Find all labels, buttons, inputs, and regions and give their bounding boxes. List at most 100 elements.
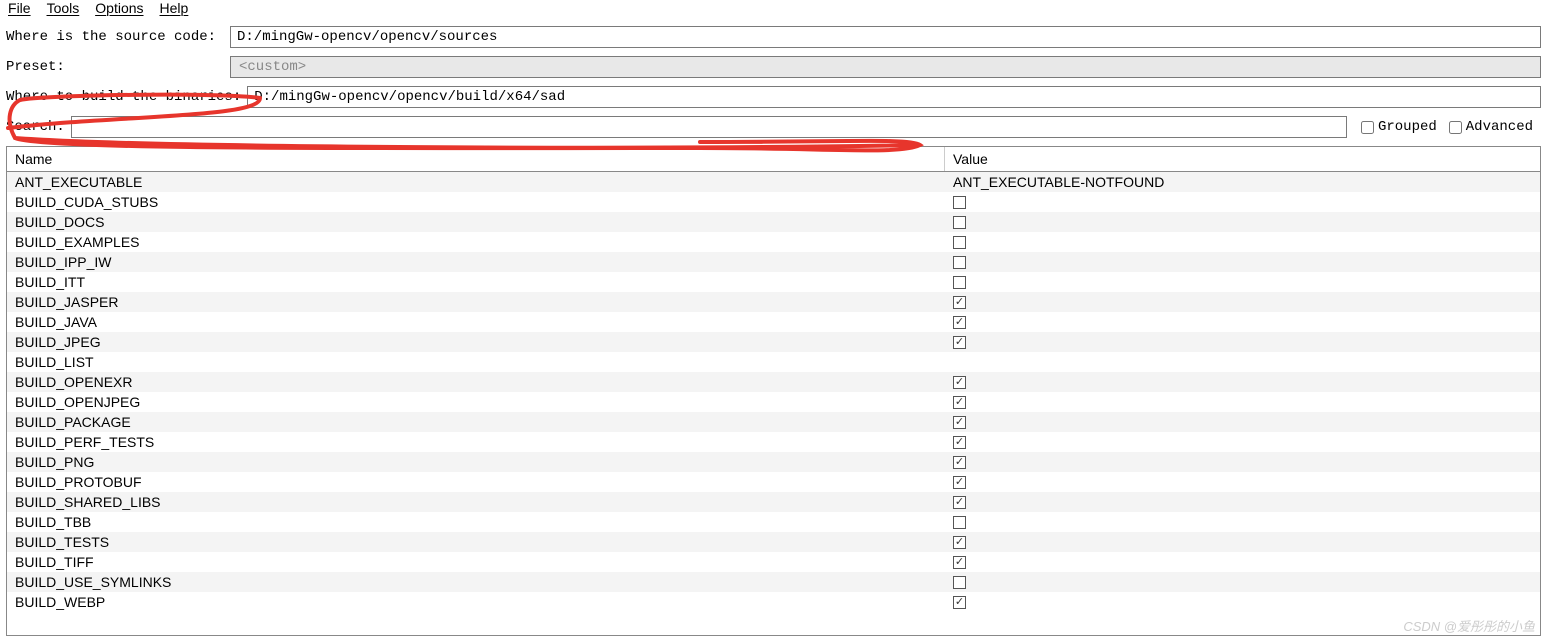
table-row[interactable]: BUILD_JPEG: [7, 332, 1540, 352]
table-row[interactable]: BUILD_JAVA: [7, 312, 1540, 332]
cell-value[interactable]: [945, 496, 1540, 509]
advanced-checkbox[interactable]: [1449, 121, 1462, 134]
menu-help[interactable]: Help: [160, 0, 189, 16]
value-checkbox[interactable]: [953, 256, 966, 269]
value-checkbox[interactable]: [953, 216, 966, 229]
preset-row: Preset: <custom>: [6, 56, 1541, 78]
table-row[interactable]: BUILD_ITT: [7, 272, 1540, 292]
table-row[interactable]: BUILD_TIFF: [7, 552, 1540, 572]
value-checkbox[interactable]: [953, 336, 966, 349]
value-checkbox[interactable]: [953, 576, 966, 589]
table-row[interactable]: BUILD_SHARED_LIBS: [7, 492, 1540, 512]
value-checkbox[interactable]: [953, 536, 966, 549]
table-row[interactable]: BUILD_DOCS: [7, 212, 1540, 232]
cell-name: BUILD_OPENEXR: [7, 374, 945, 390]
cell-name: BUILD_PROTOBUF: [7, 474, 945, 490]
table-row[interactable]: BUILD_PERF_TESTS: [7, 432, 1540, 452]
cell-value[interactable]: [945, 556, 1540, 569]
advanced-checkbox-wrap[interactable]: Advanced: [1449, 119, 1533, 135]
value-checkbox[interactable]: [953, 456, 966, 469]
table-row[interactable]: BUILD_PNG: [7, 452, 1540, 472]
value-checkbox[interactable]: [953, 496, 966, 509]
config-form: Where is the source code: Preset: <custo…: [0, 20, 1547, 138]
cell-name: BUILD_PERF_TESTS: [7, 434, 945, 450]
cell-name: BUILD_USE_SYMLINKS: [7, 574, 945, 590]
col-value-header[interactable]: Value: [945, 147, 1540, 171]
build-input[interactable]: [247, 86, 1541, 108]
build-row: Where to build the binaries:: [6, 86, 1541, 108]
cell-value[interactable]: [945, 396, 1540, 409]
table-row[interactable]: BUILD_TBB: [7, 512, 1540, 532]
table-row[interactable]: BUILD_WEBP: [7, 592, 1540, 612]
cell-value[interactable]: [945, 516, 1540, 529]
table-row[interactable]: BUILD_CUDA_STUBS: [7, 192, 1540, 212]
value-checkbox[interactable]: [953, 316, 966, 329]
cell-value[interactable]: [945, 216, 1540, 229]
table-row[interactable]: BUILD_TESTS: [7, 532, 1540, 552]
cell-value[interactable]: [945, 316, 1540, 329]
cell-name: BUILD_JASPER: [7, 294, 945, 310]
cell-name: BUILD_DOCS: [7, 214, 945, 230]
value-checkbox[interactable]: [953, 436, 966, 449]
cell-name: BUILD_TESTS: [7, 534, 945, 550]
value-checkbox[interactable]: [953, 196, 966, 209]
preset-label: Preset:: [6, 59, 224, 75]
table-row[interactable]: BUILD_EXAMPLES: [7, 232, 1540, 252]
value-checkbox[interactable]: [953, 596, 966, 609]
cell-value[interactable]: ANT_EXECUTABLE-NOTFOUND: [945, 174, 1540, 190]
menu-file[interactable]: File: [8, 0, 31, 16]
cell-name: BUILD_CUDA_STUBS: [7, 194, 945, 210]
table-row[interactable]: BUILD_OPENEXR: [7, 372, 1540, 392]
menu-options[interactable]: Options: [95, 0, 143, 16]
source-row: Where is the source code:: [6, 26, 1541, 48]
table-row[interactable]: BUILD_LIST: [7, 352, 1540, 372]
grouped-checkbox-wrap[interactable]: Grouped: [1361, 119, 1437, 135]
cell-value[interactable]: [945, 236, 1540, 249]
value-checkbox[interactable]: [953, 416, 966, 429]
search-input[interactable]: [71, 116, 1347, 138]
value-checkbox[interactable]: [953, 396, 966, 409]
table-row[interactable]: BUILD_PACKAGE: [7, 412, 1540, 432]
cell-value[interactable]: [945, 456, 1540, 469]
cell-value[interactable]: [945, 256, 1540, 269]
value-checkbox[interactable]: [953, 296, 966, 309]
cell-name: BUILD_EXAMPLES: [7, 234, 945, 250]
value-checkbox[interactable]: [953, 376, 966, 389]
cell-value[interactable]: [945, 296, 1540, 309]
menu-tools[interactable]: Tools: [47, 0, 80, 16]
source-input[interactable]: [230, 26, 1541, 48]
cell-value[interactable]: [945, 576, 1540, 589]
value-checkbox[interactable]: [953, 516, 966, 529]
value-checkbox[interactable]: [953, 556, 966, 569]
value-checkbox[interactable]: [953, 476, 966, 489]
table-row[interactable]: BUILD_PROTOBUF: [7, 472, 1540, 492]
value-checkbox[interactable]: [953, 276, 966, 289]
table-row[interactable]: BUILD_IPP_IW: [7, 252, 1540, 272]
value-checkbox[interactable]: [953, 236, 966, 249]
source-label: Where is the source code:: [6, 29, 224, 45]
table-row[interactable]: BUILD_JASPER: [7, 292, 1540, 312]
cell-value[interactable]: [945, 336, 1540, 349]
menubar: File Tools Options Help: [0, 0, 1547, 20]
grouped-checkbox[interactable]: [1361, 121, 1374, 134]
cell-value[interactable]: [945, 196, 1540, 209]
cell-name: BUILD_LIST: [7, 354, 945, 370]
table-row[interactable]: BUILD_USE_SYMLINKS: [7, 572, 1540, 592]
cell-name: BUILD_TIFF: [7, 554, 945, 570]
preset-dropdown[interactable]: <custom>: [230, 56, 1541, 78]
cell-value[interactable]: [945, 276, 1540, 289]
cell-value[interactable]: [945, 536, 1540, 549]
cell-value[interactable]: [945, 416, 1540, 429]
table-row[interactable]: BUILD_OPENJPEG: [7, 392, 1540, 412]
cell-value[interactable]: [945, 476, 1540, 489]
cell-name: BUILD_OPENJPEG: [7, 394, 945, 410]
cell-name: BUILD_PNG: [7, 454, 945, 470]
build-label: Where to build the binaries:: [6, 89, 241, 105]
cell-value[interactable]: [945, 376, 1540, 389]
col-name-header[interactable]: Name: [7, 147, 945, 171]
search-row: Search: Grouped Advanced: [6, 116, 1541, 138]
table-row[interactable]: ANT_EXECUTABLEANT_EXECUTABLE-NOTFOUND: [7, 172, 1540, 192]
options-table: Name Value ANT_EXECUTABLEANT_EXECUTABLE-…: [6, 146, 1541, 636]
cell-value[interactable]: [945, 436, 1540, 449]
cell-value[interactable]: [945, 596, 1540, 609]
